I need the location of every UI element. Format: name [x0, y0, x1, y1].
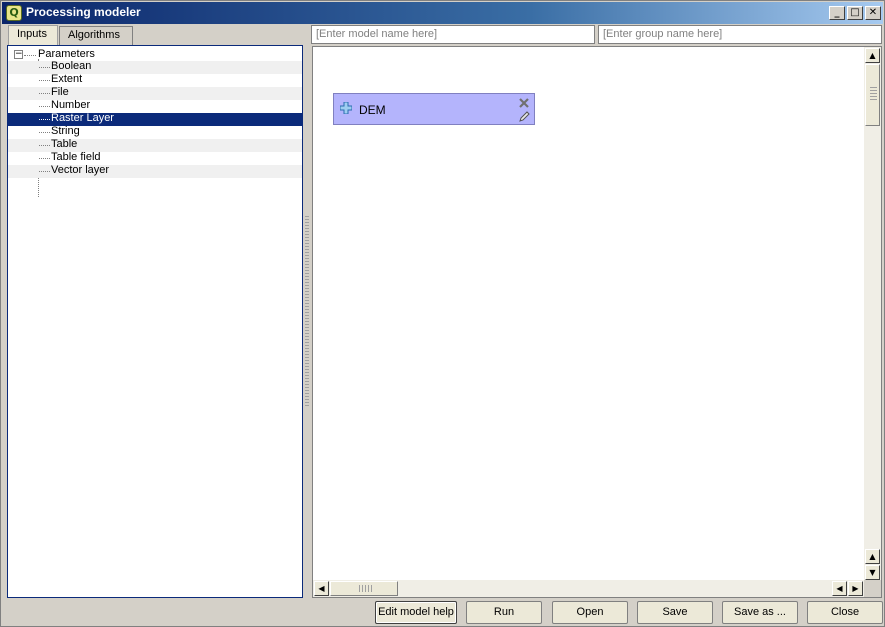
tree-item-label: Extent: [51, 73, 83, 85]
modeler-window: Q Processing modeler _ □ ✕ Inputs Algori…: [0, 0, 885, 627]
scroll-down-icon[interactable]: ▲: [865, 549, 880, 564]
tree-guide: [24, 55, 36, 56]
inputs-tree[interactable]: − Parameters Boolean Extent File Number …: [7, 45, 303, 598]
scrollbar-corner: [864, 580, 881, 597]
panel-splitter[interactable]: [305, 216, 309, 406]
tree-guide: [39, 171, 50, 172]
tree-item-label: Number: [51, 99, 91, 111]
horizontal-scroll-thumb[interactable]: [330, 581, 398, 596]
save-as-button[interactable]: Save as ...: [722, 601, 798, 624]
group-name-input[interactable]: [Enter group name here]: [598, 25, 882, 44]
tree-item-label: Raster Layer: [51, 112, 114, 124]
qgis-app-icon: Q: [6, 5, 22, 21]
scroll-up-icon[interactable]: ▲: [865, 48, 880, 63]
scroll-right-icon[interactable]: ▶: [848, 581, 863, 596]
run-button[interactable]: Run: [466, 601, 542, 624]
open-button[interactable]: Open: [552, 601, 628, 624]
vertical-scrollbar[interactable]: ▲ ▲ ▼: [864, 47, 881, 580]
tree-item-vector-layer[interactable]: Vector layer: [8, 164, 302, 178]
tree-guide: [39, 106, 50, 107]
tree-guide: [39, 145, 50, 146]
node-label: DEM: [359, 103, 386, 117]
edit-icon[interactable]: [518, 111, 530, 123]
plus-icon: [340, 102, 352, 114]
tree-guide: [39, 93, 50, 94]
tree-root-label: Parameters: [38, 48, 95, 60]
maximize-button[interactable]: □: [847, 6, 863, 20]
vertical-scroll-thumb[interactable]: [865, 64, 880, 126]
scroll-left-icon[interactable]: ◀: [314, 581, 329, 596]
grip-icon: [870, 87, 877, 101]
tree-guide: [39, 80, 50, 81]
tab-inputs[interactable]: Inputs: [8, 25, 58, 45]
title-bar[interactable]: Q Processing modeler _ □ ✕: [2, 2, 883, 24]
scroll-left-icon[interactable]: ◀: [832, 581, 847, 596]
delete-icon[interactable]: [518, 97, 530, 109]
tree-item-label: String: [51, 125, 80, 137]
tree-item-label: Table: [51, 138, 78, 150]
collapse-icon[interactable]: −: [14, 50, 23, 59]
tree-guide: [39, 158, 50, 159]
tree-item-label: File: [51, 86, 69, 98]
save-button[interactable]: Save: [637, 601, 713, 624]
dem-input-node[interactable]: DEM: [333, 93, 535, 125]
close-button[interactable]: Close: [807, 601, 883, 624]
scroll-down-icon[interactable]: ▼: [865, 565, 880, 580]
tree-guide: [39, 132, 50, 133]
edit-model-help-button[interactable]: Edit model help: [375, 601, 457, 624]
model-canvas[interactable]: DEM ▲ ▲ ▼ ◀ ◀ ▶: [312, 46, 882, 598]
model-name-input[interactable]: [Enter model name here]: [311, 25, 595, 44]
tab-algorithms[interactable]: Algorithms: [59, 26, 133, 45]
horizontal-scrollbar[interactable]: ◀ ◀ ▶: [313, 580, 864, 597]
tree-item-label: Vector layer: [51, 164, 110, 176]
tree-item-label: Table field: [51, 151, 101, 163]
tree-item-label: Boolean: [51, 60, 92, 72]
grip-icon: [359, 585, 373, 592]
parameter-list: Boolean Extent File Number Raster Layer …: [8, 60, 302, 178]
close-window-button[interactable]: ✕: [865, 6, 881, 20]
tree-guide: [39, 119, 50, 120]
window-title: Processing modeler: [26, 5, 141, 19]
tree-guide: [39, 67, 50, 68]
minimize-button[interactable]: _: [829, 6, 845, 20]
